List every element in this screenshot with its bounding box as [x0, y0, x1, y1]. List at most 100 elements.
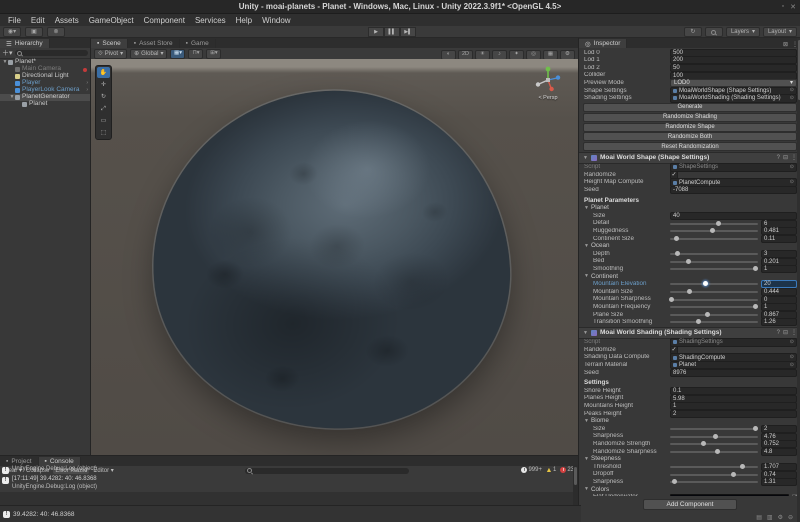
slider-value[interactable]: 0.11 — [761, 235, 797, 243]
slider[interactable]: 1.26 — [670, 318, 797, 326]
slider[interactable]: 0.11 — [670, 235, 797, 243]
slider-value[interactable]: 4.8 — [761, 448, 797, 456]
menu-services[interactable]: Services — [190, 16, 231, 25]
slider-knob[interactable] — [710, 228, 715, 233]
slider-track[interactable] — [670, 451, 758, 453]
component-header[interactable]: ▼Moai World Shading (Shading Settings)?⊟… — [579, 327, 800, 339]
menu-file[interactable]: File — [3, 16, 26, 25]
slider-knob[interactable] — [669, 297, 674, 302]
slider-knob[interactable] — [703, 281, 708, 286]
transform-tool-icon[interactable]: ⬚ — [97, 127, 110, 138]
gear-icon[interactable]: ⚙ — [778, 514, 783, 521]
tab-inspector[interactable]: ◎ Inspector — [579, 39, 627, 48]
scene-orientation-gizmo[interactable]: < Persp — [530, 65, 566, 105]
slider[interactable]: 1.31 — [670, 478, 797, 486]
action-button-reset-randomization[interactable]: Reset Randomization — [583, 142, 797, 151]
visibility-icon[interactable]: ◎ — [526, 50, 541, 60]
slider-track[interactable] — [670, 253, 758, 255]
chevron-right-icon[interactable]: › — [86, 88, 88, 93]
layout-dropdown[interactable]: Layout▾ — [763, 27, 797, 37]
slider-value[interactable]: 1.26 — [761, 318, 797, 326]
slider-track[interactable] — [670, 299, 758, 301]
lighting-icon[interactable]: ☀ — [475, 50, 490, 60]
foldout-colors[interactable]: ▼Colors — [579, 486, 800, 494]
status-bar[interactable]: ! 39.4282: 40: 46.8368 — [0, 505, 581, 522]
slider-knob[interactable] — [686, 259, 691, 264]
scale-tool-icon[interactable]: ⤢ — [97, 103, 110, 114]
grid-snap-icon[interactable]: ▦▾ — [170, 49, 185, 59]
layers-dropdown[interactable]: Layers▾ — [726, 27, 760, 37]
rotate-tool-icon[interactable]: ↻ — [97, 91, 110, 102]
slider-knob[interactable] — [705, 312, 710, 317]
slider-track[interactable] — [670, 314, 758, 316]
cloud-services-icon[interactable]: ▣ — [25, 27, 43, 37]
gizmo-persp-label[interactable]: < Persp — [530, 95, 566, 101]
object-picker-icon[interactable]: ⊙ — [790, 363, 794, 368]
foldout-arrow-icon[interactable]: ▼ — [583, 155, 588, 161]
rect-tool-icon[interactable]: ▭ — [97, 115, 110, 126]
effects-icon[interactable]: ✦ — [509, 50, 524, 60]
add-object-button[interactable]: ＋▾ — [2, 50, 13, 57]
object-field[interactable]: ShapeSettings⊙ — [670, 163, 797, 171]
chevron-right-icon[interactable]: › — [86, 81, 88, 86]
minus-icon[interactable]: ⊖ — [788, 514, 793, 521]
view-tool-icon[interactable]: ✋ — [97, 67, 110, 78]
slider-track[interactable] — [670, 481, 758, 483]
menu-component[interactable]: Component — [139, 16, 190, 25]
value-field[interactable]: 50 — [670, 64, 797, 72]
search-icon[interactable] — [705, 27, 723, 37]
tab-game[interactable]: ▪Game — [180, 39, 216, 48]
object-field[interactable]: MoaiWorldShading (Shading Settings)⊙ — [670, 94, 797, 102]
hierarchy-row[interactable]: Directional Light — [0, 73, 90, 80]
slider-knob[interactable] — [715, 449, 720, 454]
foldout-arrow-icon[interactable]: ▼ — [583, 330, 588, 336]
object-picker-icon[interactable]: ⊙ — [790, 355, 794, 360]
snap-toggle-icon[interactable]: ⊞▾ — [206, 49, 221, 59]
log-entry[interactable]: ![17:11:49] 39.4282: 40: 46.8368UnityEng… — [0, 475, 573, 492]
object-picker-icon[interactable]: ⊙ — [790, 88, 794, 93]
asset-bundle-icon[interactable]: ▥ — [767, 514, 773, 521]
slider-knob[interactable] — [675, 251, 680, 256]
play-button[interactable]: ▶ — [368, 27, 384, 37]
asset-labels-icon[interactable]: ▤ — [756, 514, 762, 521]
slider-knob[interactable] — [753, 426, 758, 431]
action-button-randomize-shading[interactable]: Randomize Shading — [583, 113, 797, 122]
slider-track[interactable] — [670, 291, 758, 293]
slider-value[interactable]: 1.31 — [761, 478, 797, 486]
menu-assets[interactable]: Assets — [50, 16, 84, 25]
object-picker-icon[interactable]: ⊙ — [790, 96, 794, 101]
component-header[interactable]: ▼Moai World Shape (Shape Settings)?⊟⋮ — [579, 152, 800, 164]
tab-hierarchy[interactable]: ☰ Hierarchy — [0, 39, 50, 48]
help-icon[interactable]: ? — [777, 155, 780, 161]
slider-track[interactable] — [670, 223, 758, 225]
slider-knob[interactable] — [672, 479, 677, 484]
log-entry[interactable]: !UnityEngine.Debug:Log (object) — [0, 465, 573, 475]
slider-knob[interactable] — [713, 434, 718, 439]
object-field[interactable]: ShadingSettings⊙ — [670, 338, 797, 346]
preset-icon[interactable]: ⊟ — [783, 329, 788, 336]
action-button-generate[interactable]: Generate — [583, 103, 797, 112]
slider-knob[interactable] — [731, 472, 736, 477]
slider-track[interactable] — [670, 261, 758, 263]
move-tool-icon[interactable]: ✛ — [97, 79, 110, 90]
action-button-randomize-shape[interactable]: Randomize Shape — [583, 123, 797, 132]
plug-icon[interactable]: ⊗ — [47, 27, 65, 37]
planet-mesh[interactable] — [142, 79, 521, 441]
global-dropdown[interactable]: ⊕ Global ▾ — [130, 49, 167, 59]
console-scrollbar[interactable] — [573, 465, 578, 506]
value-field[interactable]: 0.1 — [670, 387, 797, 395]
slider-track[interactable] — [670, 443, 758, 445]
slider-track[interactable] — [670, 230, 758, 232]
slider-knob[interactable] — [716, 221, 721, 226]
tab-scene[interactable]: ▪Scene — [91, 39, 128, 48]
pause-button[interactable]: ▌▌ — [384, 27, 400, 37]
slider-track[interactable] — [670, 238, 758, 240]
2d-toggle-icon[interactable]: 2D — [458, 50, 473, 60]
add-component-button[interactable]: Add Component — [643, 499, 737, 510]
step-button[interactable]: ▶▌ — [400, 27, 416, 37]
slider-track[interactable] — [670, 474, 758, 476]
minimize-icon[interactable]: ▫ — [782, 3, 784, 10]
slider-knob[interactable] — [753, 304, 758, 309]
value-field[interactable]: 1 — [670, 402, 797, 410]
pivot-dropdown[interactable]: ⟐ Pivot ▾ — [94, 49, 127, 59]
